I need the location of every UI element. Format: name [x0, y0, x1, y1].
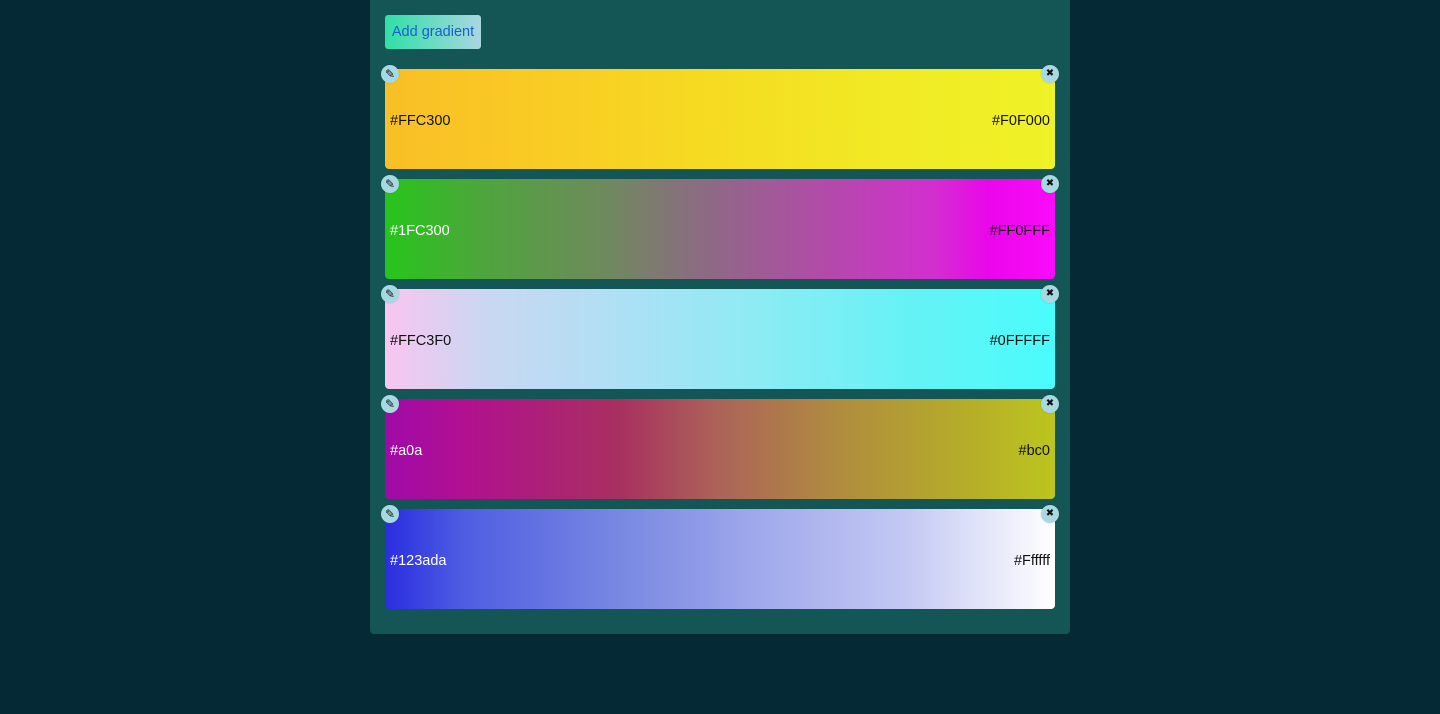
close-icon: ✖ — [1045, 178, 1055, 189]
end-color-label: #0FFFFF — [989, 333, 1050, 349]
edit-button[interactable]: ✎ — [381, 285, 399, 303]
gradient-row: ✎ ✖ #FFC300 #F0F000 — [381, 65, 1059, 169]
end-color-label: #Ffffff — [1013, 553, 1050, 569]
close-icon: ✖ — [1045, 508, 1055, 519]
delete-button[interactable]: ✖ — [1041, 285, 1059, 303]
pencil-icon: ✎ — [384, 177, 396, 191]
delete-button[interactable]: ✖ — [1041, 505, 1059, 523]
edit-button[interactable]: ✎ — [381, 505, 399, 523]
gradient-row: ✎ ✖ #123ada #Ffffff — [381, 505, 1059, 609]
edit-button[interactable]: ✎ — [381, 395, 399, 413]
start-color-label: #a0a — [390, 443, 423, 459]
gradient-row: ✎ ✖ #FFC3F0 #0FFFFF — [381, 285, 1059, 389]
pencil-icon: ✎ — [384, 67, 396, 81]
delete-button[interactable]: ✖ — [1041, 175, 1059, 193]
start-color-label: #123ada — [390, 553, 447, 569]
gradient-panel: Add gradient ✎ ✖ #FFC300 #F0F000 ✎ ✖ #1FC300 #F… — [370, 0, 1070, 634]
pencil-icon: ✎ — [384, 287, 396, 301]
gradient-row: ✎ ✖ #1FC300 #FF0FFF — [381, 175, 1059, 279]
close-icon: ✖ — [1045, 288, 1055, 299]
pencil-icon: ✎ — [384, 507, 396, 521]
close-icon: ✖ — [1045, 68, 1055, 79]
edit-button[interactable]: ✎ — [381, 175, 399, 193]
start-color-label: #FFC3F0 — [390, 333, 452, 349]
delete-button[interactable]: ✖ — [1041, 65, 1059, 83]
gradient-row: ✎ ✖ #a0a #bc0 — [381, 395, 1059, 499]
edit-button[interactable]: ✎ — [381, 65, 399, 83]
end-color-label: #F0F000 — [991, 113, 1050, 129]
start-color-label: #1FC300 — [390, 223, 450, 239]
end-color-label: #bc0 — [1018, 443, 1050, 459]
delete-button[interactable]: ✖ — [1041, 395, 1059, 413]
start-color-label: #FFC300 — [390, 113, 451, 129]
add-gradient-button[interactable]: Add gradient — [385, 15, 481, 49]
end-color-label: #FF0FFF — [989, 223, 1050, 239]
pencil-icon: ✎ — [384, 397, 396, 411]
close-icon: ✖ — [1045, 398, 1055, 409]
